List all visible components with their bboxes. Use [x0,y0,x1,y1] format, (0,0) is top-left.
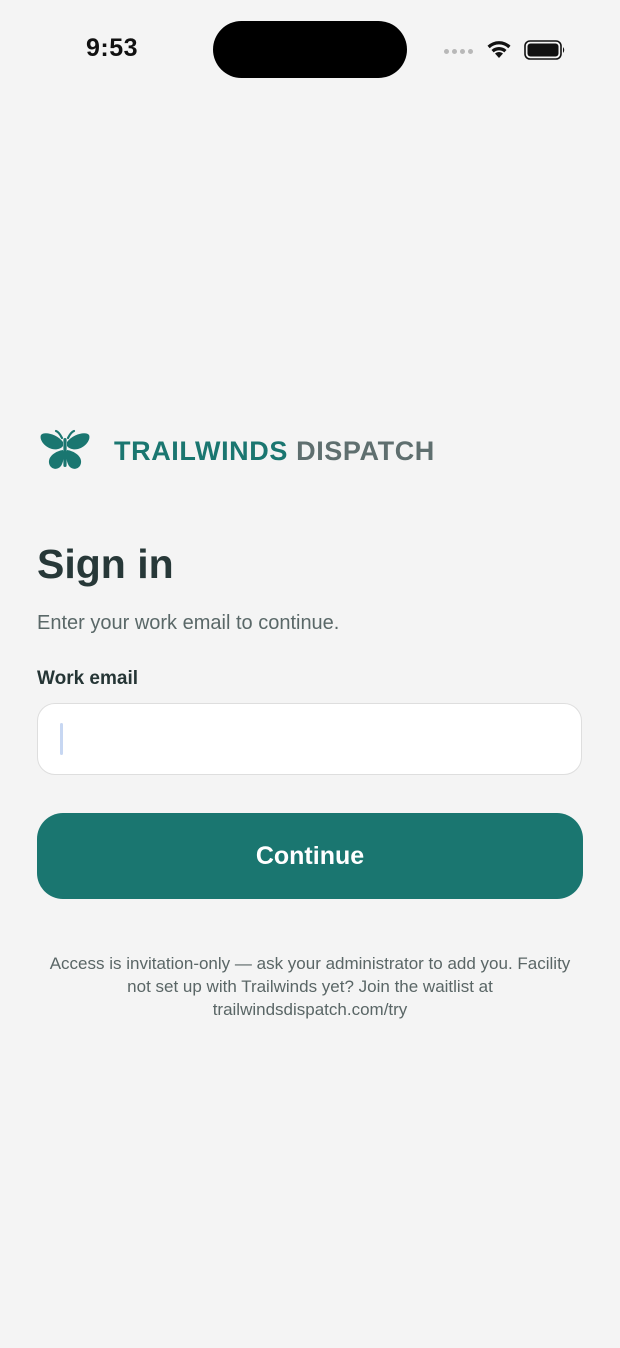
email-field[interactable] [37,703,582,775]
email-label: Work email [37,668,139,689]
brand-name-primary: TRAILWINDS [114,435,288,466]
text-cursor [60,723,63,755]
brand-name-secondary: DISPATCH [296,435,435,466]
access-footnote: Access is invitation-only — ask your adm… [49,954,571,1019]
brand-name: TRAILWINDS DISPATCH [114,436,435,467]
continue-button[interactable]: Continue [37,813,583,899]
cellular-signal-icon [444,49,473,54]
status-time: 9:53 [86,34,139,62]
status-indicators [440,38,570,64]
page-subtitle: Enter your work email to continue. [37,612,340,634]
page-title: Sign in [37,541,174,587]
wifi-icon [487,41,511,58]
battery-icon [524,40,565,60]
brand: TRAILWINDS DISPATCH [38,428,435,474]
dynamic-island [213,21,407,78]
butterfly-icon [40,429,90,469]
